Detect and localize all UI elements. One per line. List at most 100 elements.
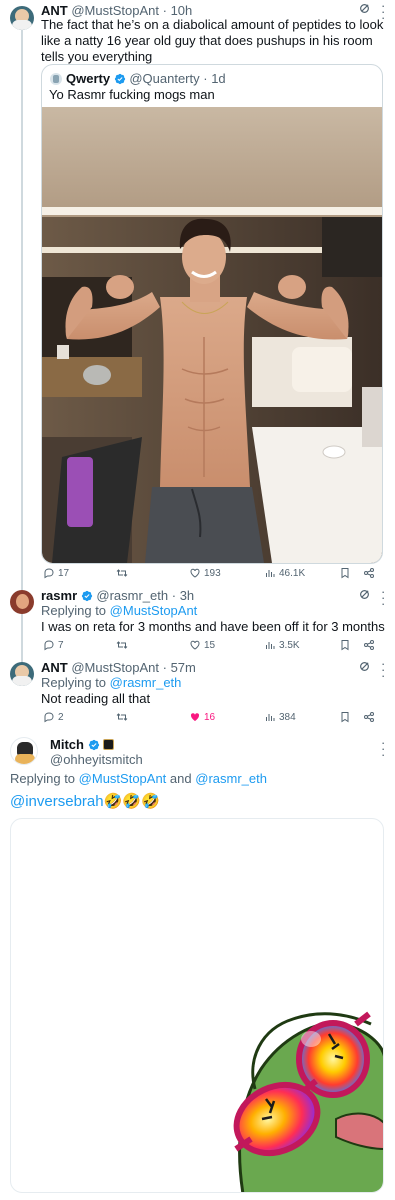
grok-icon[interactable] bbox=[359, 3, 370, 17]
verified-icon bbox=[81, 590, 92, 602]
bookmark-button[interactable] bbox=[339, 639, 351, 651]
avatar[interactable] bbox=[50, 73, 62, 85]
tweet-text: I was on reta for 3 months and have been… bbox=[41, 619, 385, 634]
mention-link[interactable]: @MustStopAnt bbox=[110, 603, 198, 618]
heart-icon bbox=[190, 640, 200, 650]
views-button[interactable]: 384 bbox=[264, 711, 296, 723]
timestamp[interactable]: 1d bbox=[211, 71, 225, 86]
display-name[interactable]: rasmr bbox=[41, 588, 77, 603]
pepe-sunglasses-sticker-icon bbox=[233, 1011, 383, 1192]
verified-icon bbox=[114, 73, 125, 85]
quoted-tweet-text: Yo Rasmr fucking mogs man bbox=[49, 87, 215, 102]
share-icon bbox=[364, 640, 374, 650]
retweet-icon bbox=[116, 713, 128, 721]
display-name[interactable]: ANT bbox=[41, 3, 68, 18]
emoji-text: 🤣🤣🤣 bbox=[103, 793, 160, 810]
view-count: 46.1K bbox=[279, 567, 306, 579]
views-icon bbox=[266, 570, 275, 577]
reply-icon bbox=[44, 568, 54, 579]
handle[interactable]: @ohheyitsmitch bbox=[50, 752, 143, 767]
mention-link[interactable]: @rasmr_eth bbox=[195, 771, 267, 786]
retweet-button[interactable] bbox=[116, 567, 131, 579]
like-button[interactable]: 193 bbox=[189, 567, 221, 579]
views-button[interactable]: 3.5K bbox=[264, 639, 300, 651]
tweet-actions: 7 15 3.5K bbox=[41, 639, 386, 655]
mention-link[interactable]: @MustStopAnt bbox=[79, 771, 167, 786]
bookmark-icon bbox=[341, 712, 349, 723]
avatar[interactable] bbox=[10, 737, 38, 765]
bookmark-icon bbox=[341, 640, 349, 651]
replying-to: Replying to @MustStopAnt bbox=[41, 603, 198, 618]
quoted-tweet[interactable]: Qwerty @Quanterty · 1d Yo Rasmr fucking … bbox=[41, 64, 383, 564]
grok-icon[interactable] bbox=[359, 589, 370, 603]
like-button[interactable]: 16 bbox=[189, 711, 215, 723]
mention-link[interactable]: @inversebrah bbox=[10, 793, 104, 810]
more-options-icon[interactable]: · · · bbox=[381, 657, 385, 682]
tweet-header: rasmr @rasmr_eth · 3h bbox=[41, 588, 195, 603]
share-button[interactable] bbox=[363, 567, 375, 579]
affiliate-badge-icon[interactable] bbox=[103, 739, 115, 750]
handle-row: @ohheyitsmitch bbox=[50, 752, 143, 768]
verified-icon bbox=[88, 739, 99, 751]
retweet-icon bbox=[116, 641, 128, 649]
like-count: 193 bbox=[204, 567, 221, 579]
views-button[interactable]: 46.1K bbox=[264, 567, 305, 579]
heart-filled-icon bbox=[190, 713, 200, 721]
display-name[interactable]: ANT bbox=[41, 660, 68, 675]
reply-icon bbox=[44, 712, 54, 723]
view-count: 384 bbox=[279, 711, 296, 723]
tweet-header: ANT @MustStopAnt · 57m bbox=[41, 660, 196, 675]
reply-button[interactable]: 2 bbox=[43, 711, 64, 723]
more-options-icon[interactable]: · · · bbox=[381, 585, 385, 610]
tweet-text: Not reading all that bbox=[41, 691, 151, 706]
tweet-media[interactable] bbox=[10, 818, 384, 1193]
reply-count: 2 bbox=[58, 711, 64, 723]
timestamp[interactable]: 57m bbox=[171, 660, 196, 675]
tweet-header: Mitch bbox=[50, 737, 115, 753]
reply-count: 17 bbox=[58, 567, 70, 579]
retweet-button[interactable] bbox=[116, 711, 131, 723]
reply-button[interactable]: 17 bbox=[43, 567, 69, 579]
replying-to: Replying to @MustStopAnt and @rasmr_eth bbox=[10, 771, 267, 786]
like-button[interactable]: 15 bbox=[189, 639, 215, 651]
bookmark-button[interactable] bbox=[339, 567, 351, 579]
bookmark-button[interactable] bbox=[339, 711, 351, 723]
like-count: 16 bbox=[204, 711, 216, 723]
more-options-icon[interactable]: · · · bbox=[381, 736, 385, 761]
avatar[interactable] bbox=[10, 590, 34, 614]
replying-to: Replying to @rasmr_eth bbox=[41, 675, 182, 690]
handle[interactable]: @rasmr_eth bbox=[96, 588, 168, 603]
avatar[interactable] bbox=[10, 6, 34, 30]
avatar[interactable] bbox=[10, 662, 34, 686]
mention-link[interactable]: @rasmr_eth bbox=[110, 675, 182, 690]
handle[interactable]: @MustStopAnt bbox=[71, 3, 159, 18]
display-name[interactable]: Mitch bbox=[50, 737, 84, 752]
retweet-icon bbox=[116, 569, 128, 577]
view-count: 3.5K bbox=[279, 639, 300, 651]
retweet-button[interactable] bbox=[116, 639, 131, 651]
grok-icon[interactable] bbox=[359, 661, 370, 675]
reply-button[interactable]: 7 bbox=[43, 639, 64, 651]
thread-line bbox=[21, 30, 23, 590]
reply-icon bbox=[44, 640, 54, 651]
tweet-photo[interactable] bbox=[42, 107, 382, 563]
views-icon bbox=[266, 642, 275, 649]
handle[interactable]: @MustStopAnt bbox=[71, 660, 159, 675]
timestamp[interactable]: 3h bbox=[180, 588, 194, 603]
display-name[interactable]: Qwerty bbox=[66, 71, 110, 86]
tweet-text: The fact that he’s on a diabolical amoun… bbox=[41, 17, 384, 64]
share-icon bbox=[364, 568, 374, 578]
share-button[interactable] bbox=[363, 711, 375, 723]
share-icon bbox=[364, 712, 374, 722]
views-icon bbox=[266, 714, 275, 721]
bookmark-icon bbox=[341, 568, 349, 579]
timestamp[interactable]: 10h bbox=[171, 3, 193, 18]
tweet-text: @inversebrah🤣🤣🤣 bbox=[10, 792, 160, 812]
heart-icon bbox=[190, 568, 200, 578]
thread-line bbox=[21, 612, 23, 662]
handle[interactable]: @Quanterty bbox=[129, 71, 199, 86]
like-count: 15 bbox=[204, 639, 216, 651]
quoted-tweet-header: Qwerty @Quanterty · 1d bbox=[66, 71, 226, 86]
reply-count: 7 bbox=[58, 639, 64, 651]
share-button[interactable] bbox=[363, 639, 375, 651]
